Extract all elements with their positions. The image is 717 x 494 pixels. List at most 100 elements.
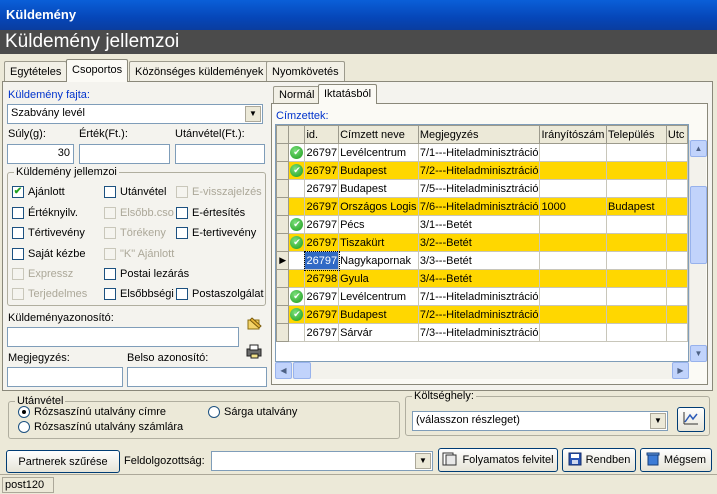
cost-center-select[interactable]: (válasszon részleget) ▼ [412,411,668,431]
tab-csoportos[interactable]: Csoportos [66,59,129,82]
note-cell[interactable]: 3/3---Betét [417,251,541,270]
id-cell[interactable]: 26797 [304,305,340,324]
street-cell[interactable] [665,323,688,342]
horizontal-scrollbar[interactable]: ◀ ▶ [275,362,689,379]
name-cell[interactable]: Budapest [338,305,419,324]
tab-nyomkovetes[interactable]: Nyomkövetés [266,61,345,82]
checkbox-tertiveveny[interactable]: Tértivevény [12,227,85,239]
note-cell[interactable]: 7/2---Hiteladminisztráció [417,305,541,324]
continuous-entry-button[interactable]: Folyamatos felvitel [438,448,558,472]
table-row[interactable]: ▶ 26797 Nagykapornak 3/3---Betét [276,250,688,271]
table-row[interactable]: 26797 Országos Logis 7/6---Hiteladminisztr… [276,197,688,216]
street-cell[interactable] [665,233,688,252]
horizontal-scrollbar-thumb[interactable] [293,362,311,379]
column-header[interactable]: Település [606,125,667,144]
street-cell[interactable] [665,197,688,216]
id-cell[interactable]: 26797 [304,233,340,252]
shipment-id-input[interactable] [7,327,239,347]
checkbox-e-ertesites[interactable]: E-értesítés [176,207,245,219]
scroll-right-icon[interactable]: ▶ [672,362,689,379]
column-header[interactable] [288,125,306,144]
scrollbar-thumb[interactable] [690,186,707,264]
printer-icon[interactable] [246,343,264,359]
zip-cell[interactable] [539,323,608,342]
zip-cell[interactable] [539,269,608,288]
ok-button[interactable]: Rendben [562,448,636,472]
column-header[interactable]: Megjegyzés [417,125,541,144]
street-cell[interactable] [665,305,688,324]
city-cell[interactable] [606,269,667,288]
table-row[interactable]: 26797 Budapest 7/5---Hiteladminisztráció [276,179,688,198]
name-cell[interactable]: Pécs [338,215,419,234]
street-cell[interactable] [665,143,688,162]
kind-select[interactable]: Szabvány levél ▼ [7,104,263,124]
street-cell[interactable] [665,287,688,306]
zip-cell[interactable]: 1000 [539,197,608,216]
note-cell[interactable]: 3/1---Betét [417,215,541,234]
name-cell[interactable]: Levélcentrum [338,287,419,306]
note-input[interactable] [7,367,123,387]
note-cell[interactable]: 7/6---Hiteladminisztráció [417,197,541,216]
city-cell[interactable] [606,179,667,198]
chart-button[interactable] [677,407,705,432]
zip-cell[interactable] [539,215,608,234]
name-cell[interactable]: Országos Logis [338,197,419,216]
name-cell[interactable]: Budapest [338,179,419,198]
table-row[interactable]: 26797 Sárvár 7/3---Hiteladminisztráció [276,323,688,342]
checkbox-e-tertiveveny[interactable]: E-tertivevény [176,227,256,239]
tab-kozonseges[interactable]: Közönséges küldemények [129,61,270,82]
column-header[interactable]: Irányítószám [539,125,608,144]
processed-select[interactable]: ▼ [211,451,433,471]
id-cell[interactable]: 26797 [304,143,340,162]
city-cell[interactable] [606,233,667,252]
zip-cell[interactable] [539,143,608,162]
table-row[interactable]: ✔ 26797 Levélcentrum 7/1---Hiteladminisztrá… [276,143,688,162]
value-input[interactable] [79,144,170,164]
scroll-left-icon[interactable]: ◀ [275,362,292,379]
city-cell[interactable] [606,287,667,306]
partner-filter-button[interactable]: Partnerek szűrése [6,450,120,473]
note-cell[interactable]: 3/4---Betét [417,269,541,288]
zip-cell[interactable] [539,305,608,324]
zip-cell[interactable] [539,287,608,306]
note-cell[interactable]: 7/3---Hiteladminisztráció [417,323,541,342]
note-cell[interactable]: 7/5---Hiteladminisztráció [417,179,541,198]
table-row[interactable]: ✔ 26797 Budapest 7/2---Hiteladminisztráció [276,305,688,324]
city-cell[interactable] [606,323,667,342]
weight-input[interactable]: 30 [7,144,74,164]
city-cell[interactable]: Budapest [606,197,667,216]
checkbox-elsobbsegi[interactable]: Elsőbbségi [104,288,174,300]
street-cell[interactable] [665,215,688,234]
zip-cell[interactable] [539,179,608,198]
city-cell[interactable] [606,143,667,162]
checkbox-postaszolgalat[interactable]: Postaszolgálat [176,288,264,300]
checkbox-erteknyilv[interactable]: Értéknyilv. [12,207,78,219]
tab-iktatasbol[interactable]: Iktatásból [318,84,378,104]
street-cell[interactable] [665,251,688,270]
city-cell[interactable] [606,251,667,270]
column-header[interactable]: id. [304,125,340,144]
city-cell[interactable] [606,305,667,324]
zip-cell[interactable] [539,161,608,180]
name-cell[interactable]: Budapest [338,161,419,180]
id-cell[interactable]: 26797 [304,197,340,216]
table-row[interactable]: 26798 Gyula 3/4---Betét [276,269,688,288]
radio-pink-account[interactable]: Rózsaszínú utalvány számlára [18,421,183,433]
checkbox-ajanlott[interactable]: ✔ Ajánlott [12,186,65,198]
scroll-down-icon[interactable]: ▼ [690,345,707,362]
zip-cell[interactable] [539,233,608,252]
note-cell[interactable]: 7/1---Hiteladminisztráció [417,287,541,306]
street-cell[interactable] [665,161,688,180]
note-cell[interactable]: 7/1---Hiteladminisztráció [417,143,541,162]
id-cell[interactable]: 26798 [304,269,340,288]
note-cell[interactable]: 7/2---Hiteladminisztráció [417,161,541,180]
table-row[interactable]: ✔ 26797 Pécs 3/1---Betét [276,215,688,234]
name-cell[interactable]: Gyula [338,269,419,288]
name-cell[interactable]: Levélcentrum [338,143,419,162]
id-cell[interactable]: 26797 [303,250,340,271]
radio-pink-address[interactable]: Rózsaszínú utalvány címre [18,406,166,418]
zip-cell[interactable] [539,251,608,270]
column-header[interactable]: Utc [665,125,688,144]
city-cell[interactable] [606,215,667,234]
tab-egyteteles[interactable]: Egytételes [4,61,68,82]
